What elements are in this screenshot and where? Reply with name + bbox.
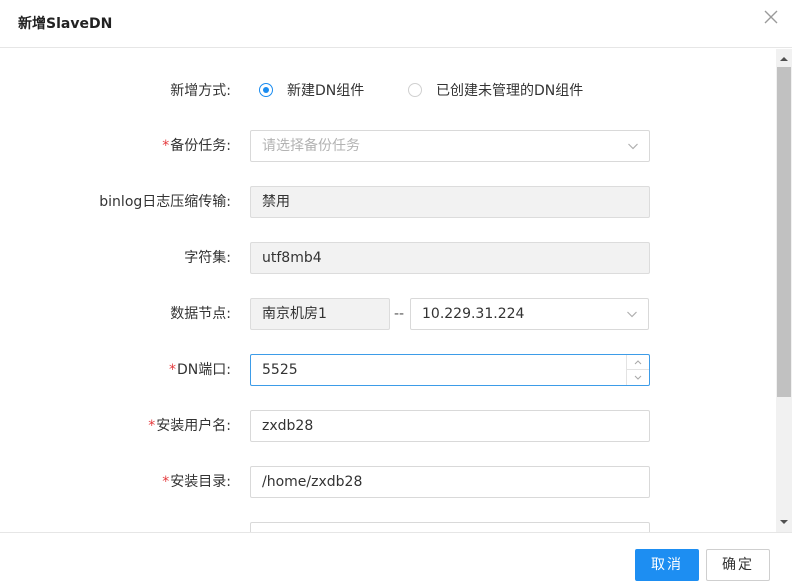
form-row-data-node: 数据节点: 南京机房1 -- 10.229.31.224 bbox=[0, 298, 776, 330]
install-dir-label: *安装目录: bbox=[162, 466, 231, 498]
form-row-binlog-compress: binlog日志压缩传输: 禁用 bbox=[0, 186, 776, 218]
chevron-down-icon bbox=[627, 311, 637, 318]
radio-unchecked-icon bbox=[408, 83, 422, 97]
required-marker: * bbox=[148, 418, 156, 434]
stepper-up-icon[interactable] bbox=[627, 355, 649, 370]
form-row-add-mode: 新增方式: 新建DN组件 已创建未管理的DN组件 bbox=[0, 75, 776, 107]
data-node-ip-value: 10.229.31.224 bbox=[422, 306, 525, 322]
dn-port-label-text: DN端口: bbox=[177, 362, 231, 378]
close-icon[interactable] bbox=[760, 6, 782, 28]
binlog-compress-label: binlog日志压缩传输: bbox=[99, 194, 231, 210]
form-row-backup-task: *备份任务: 请选择备份任务 bbox=[0, 130, 776, 162]
scroll-thumb[interactable] bbox=[777, 67, 791, 397]
stepper-down-icon[interactable] bbox=[627, 370, 649, 385]
required-marker: * bbox=[162, 138, 170, 154]
dialog-title: 新增SlaveDN bbox=[18, 16, 113, 32]
data-node-room-field: 南京机房1 bbox=[250, 298, 390, 330]
form-row-install-user: *安装用户名: zxdb28 bbox=[0, 410, 776, 442]
dn-port-stepper bbox=[626, 355, 649, 385]
form-row-dn-port: *DN端口: 5525 bbox=[0, 354, 776, 386]
form-row-charset: 字符集: utf8mb4 bbox=[0, 242, 776, 274]
radio-existing-dn-label: 已创建未管理的DN组件 bbox=[436, 83, 584, 99]
dialog-footer: 取消 确定 bbox=[0, 532, 792, 588]
dialog: 新增SlaveDN 新增方式: 新建DN组件 已创建未管理的DN组件 *备份任务… bbox=[0, 0, 792, 588]
scroll-down-icon[interactable] bbox=[776, 514, 792, 530]
form-row-install-dir: *安装目录: /home/zxdb28 bbox=[0, 466, 776, 498]
install-user-input[interactable]: zxdb28 bbox=[250, 410, 650, 442]
dialog-header: 新增SlaveDN bbox=[0, 0, 792, 48]
install-dir-label-text: 安装目录: bbox=[170, 474, 231, 490]
install-user-label: *安装用户名: bbox=[148, 410, 231, 442]
dn-port-input[interactable]: 5525 bbox=[250, 354, 650, 386]
chevron-down-icon bbox=[628, 143, 638, 150]
dn-port-label: *DN端口: bbox=[169, 354, 231, 386]
dialog-body: 新增方式: 新建DN组件 已创建未管理的DN组件 *备份任务: 请选择备份任务 bbox=[0, 49, 776, 532]
backup-task-label: *备份任务: bbox=[162, 130, 231, 162]
data-node-ip-select[interactable]: 10.229.31.224 bbox=[410, 298, 649, 330]
cancel-button[interactable]: 取消 bbox=[635, 549, 699, 581]
binlog-compress-field: 禁用 bbox=[250, 186, 650, 218]
radio-new-dn-label: 新建DN组件 bbox=[287, 83, 365, 99]
backup-task-label-text: 备份任务: bbox=[170, 138, 231, 154]
radio-checked-icon bbox=[259, 83, 273, 97]
install-user-label-text: 安装用户名: bbox=[156, 418, 231, 434]
required-marker: * bbox=[162, 474, 170, 490]
confirm-button[interactable]: 确定 bbox=[706, 549, 770, 581]
dn-port-value: 5525 bbox=[262, 362, 298, 378]
scroll-up-icon[interactable] bbox=[776, 51, 792, 67]
add-mode-label: 新增方式: bbox=[170, 83, 231, 99]
backup-task-placeholder: 请选择备份任务 bbox=[262, 138, 360, 154]
charset-label: 字符集: bbox=[184, 250, 231, 266]
charset-field: utf8mb4 bbox=[250, 242, 650, 274]
backup-task-select[interactable]: 请选择备份任务 bbox=[250, 130, 650, 162]
install-dir-input[interactable]: /home/zxdb28 bbox=[250, 466, 650, 498]
data-node-label: 数据节点: bbox=[170, 306, 231, 322]
partial-input[interactable] bbox=[250, 522, 650, 532]
required-marker: * bbox=[169, 362, 177, 378]
data-node-separator: -- bbox=[394, 306, 405, 322]
form-row-partial bbox=[0, 522, 776, 532]
scrollbar[interactable] bbox=[776, 49, 792, 532]
